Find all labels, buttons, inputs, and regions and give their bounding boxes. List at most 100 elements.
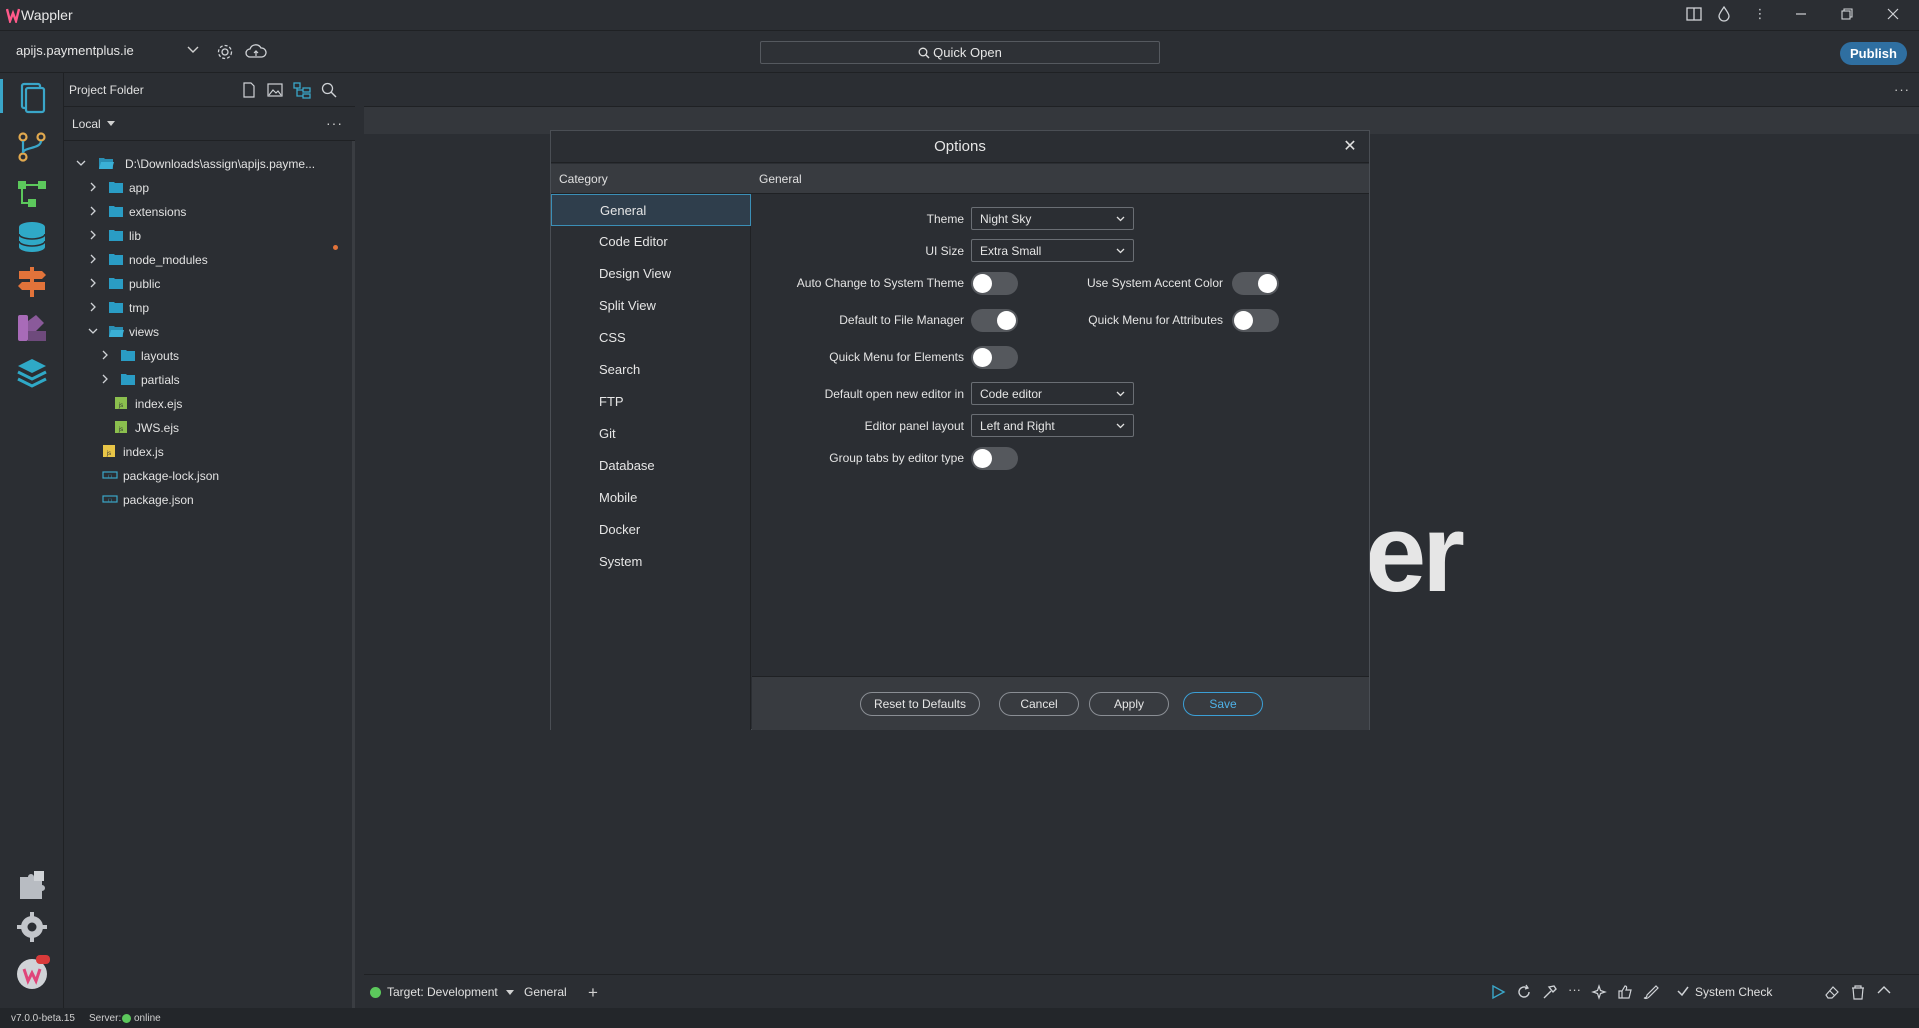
- layout-toggle-icon[interactable]: [1685, 6, 1707, 24]
- publish-button[interactable]: Publish: [1840, 42, 1907, 65]
- tree-item[interactable]: extensions: [64, 200, 355, 224]
- category-code-editor[interactable]: Code Editor: [551, 226, 751, 258]
- caret-down-icon[interactable]: [506, 990, 514, 995]
- extensions-puzzle-icon[interactable]: [14, 867, 50, 903]
- server-connect-icon[interactable]: [14, 175, 50, 211]
- search-files-icon[interactable]: [320, 81, 338, 99]
- category-general[interactable]: General: [551, 194, 751, 226]
- pro-account-avatar[interactable]: [14, 955, 50, 991]
- routing-signpost-icon[interactable]: [14, 263, 50, 299]
- toggle-knob: [1234, 311, 1253, 330]
- tree-item[interactable]: partials: [64, 368, 355, 392]
- category-git[interactable]: Git: [551, 418, 751, 450]
- tree-item[interactable]: app: [64, 176, 355, 200]
- files-icon[interactable]: [14, 79, 50, 115]
- save-button[interactable]: Save: [1183, 692, 1263, 716]
- accent-color-toggle[interactable]: [1232, 272, 1279, 295]
- general-tab[interactable]: General: [524, 985, 567, 999]
- tree-root[interactable]: D:\Downloads\assign\apijs.payme...: [64, 152, 355, 176]
- sidebar-scrollbar[interactable]: [352, 141, 355, 1011]
- system-check-button[interactable]: System Check: [1695, 985, 1772, 999]
- layers-icon[interactable]: [14, 355, 50, 391]
- toggle-knob: [973, 274, 992, 293]
- editor-more-icon[interactable]: ···: [1894, 82, 1910, 97]
- design-palette-icon[interactable]: [14, 309, 50, 345]
- quick-menu-elements-toggle[interactable]: [971, 346, 1018, 369]
- tree-item[interactable]: public: [64, 272, 355, 296]
- dialog-footer: Reset to Defaults Cancel Apply Save: [752, 676, 1369, 730]
- bottom-bar: Target: Development General + ··· System…: [364, 974, 1919, 1008]
- tree-item-label: layouts: [141, 349, 180, 363]
- tree-item-label: extensions: [129, 205, 187, 219]
- category-design-view[interactable]: Design View: [551, 258, 751, 290]
- build-hammer-icon[interactable]: [1542, 984, 1558, 1000]
- server-status: online: [134, 1013, 161, 1024]
- minimize-icon[interactable]: [1794, 6, 1816, 24]
- caret-down-icon[interactable]: [107, 121, 115, 126]
- database-icon[interactable]: [14, 219, 50, 255]
- quick-open-search[interactable]: Quick Open: [760, 41, 1160, 64]
- project-settings-gear-icon[interactable]: [216, 43, 234, 61]
- tree-item[interactable]: js index.js: [64, 440, 355, 464]
- image-icon[interactable]: [266, 81, 284, 99]
- sidebar-location-bar: Local ···: [64, 107, 355, 141]
- chevron-right-icon: [88, 302, 98, 312]
- tree-item[interactable]: node_modules: [64, 248, 355, 272]
- settings-gear-icon[interactable]: [14, 909, 50, 945]
- category-mobile[interactable]: Mobile: [551, 482, 751, 514]
- quick-menu-attributes-toggle[interactable]: [1232, 309, 1279, 332]
- tree-view-icon[interactable]: [293, 81, 311, 99]
- tree-item[interactable]: { } package.json: [64, 488, 355, 512]
- category-docker[interactable]: Docker: [551, 514, 751, 546]
- ai-sparkle-icon[interactable]: [1591, 984, 1609, 1000]
- project-select[interactable]: apijs.paymentplus.ie: [10, 40, 206, 62]
- chevron-right-icon: [88, 206, 98, 216]
- tree-item[interactable]: tmp: [64, 296, 355, 320]
- like-icon[interactable]: [1617, 984, 1633, 1000]
- apply-button[interactable]: Apply: [1089, 692, 1169, 716]
- location-select[interactable]: Local: [72, 117, 101, 131]
- chevron-up-icon[interactable]: [1877, 985, 1891, 995]
- target-select[interactable]: Target: Development: [387, 985, 498, 999]
- target-status-dot: [370, 987, 381, 998]
- more-menu-icon[interactable]: ⋮: [1749, 6, 1771, 24]
- close-window-icon[interactable]: [1886, 6, 1908, 24]
- group-tabs-toggle[interactable]: [971, 447, 1018, 470]
- category-search[interactable]: Search: [551, 354, 751, 386]
- category-database[interactable]: Database: [551, 450, 751, 482]
- category-system[interactable]: System: [551, 546, 751, 578]
- eraser-icon[interactable]: [1824, 984, 1840, 1000]
- tree-item[interactable]: lib: [64, 224, 355, 248]
- category-ftp[interactable]: FTP: [551, 386, 751, 418]
- tree-item[interactable]: js JWS.ejs: [64, 416, 355, 440]
- tree-item[interactable]: views: [64, 320, 355, 344]
- clear-trash-icon[interactable]: [1850, 984, 1866, 1000]
- tree-item[interactable]: js index.ejs: [64, 392, 355, 416]
- sidebar-more-icon[interactable]: ···: [326, 115, 343, 131]
- cloud-upload-icon[interactable]: [245, 43, 267, 61]
- tree-item[interactable]: layouts: [64, 344, 355, 368]
- close-icon[interactable]: ✕: [1341, 138, 1359, 156]
- category-split-view[interactable]: Split View: [551, 290, 751, 322]
- theme-drop-icon[interactable]: [1717, 6, 1739, 24]
- new-file-icon[interactable]: [240, 81, 258, 99]
- tree-item[interactable]: { } package-lock.json: [64, 464, 355, 488]
- more-actions-icon[interactable]: ···: [1568, 982, 1581, 997]
- theme-select[interactable]: Night Sky: [971, 207, 1134, 230]
- reset-defaults-button[interactable]: Reset to Defaults: [860, 692, 980, 716]
- server-label: Server:: [89, 1013, 122, 1024]
- restore-icon[interactable]: [1840, 6, 1862, 24]
- git-branch-icon[interactable]: [14, 129, 50, 165]
- open-editor-select[interactable]: Code editor: [971, 382, 1134, 405]
- folder-icon: [108, 300, 124, 314]
- panel-layout-select[interactable]: Left and Right: [971, 414, 1134, 437]
- brush-icon[interactable]: [1642, 984, 1660, 1000]
- cancel-button[interactable]: Cancel: [999, 692, 1079, 716]
- refresh-icon[interactable]: [1516, 984, 1532, 1000]
- category-css[interactable]: CSS: [551, 322, 751, 354]
- add-icon[interactable]: +: [588, 983, 598, 1003]
- chevron-right-icon: [88, 182, 98, 192]
- run-icon[interactable]: [1490, 984, 1506, 1000]
- js-file-icon: js: [102, 444, 118, 458]
- ui-size-select[interactable]: Extra Small: [971, 239, 1134, 262]
